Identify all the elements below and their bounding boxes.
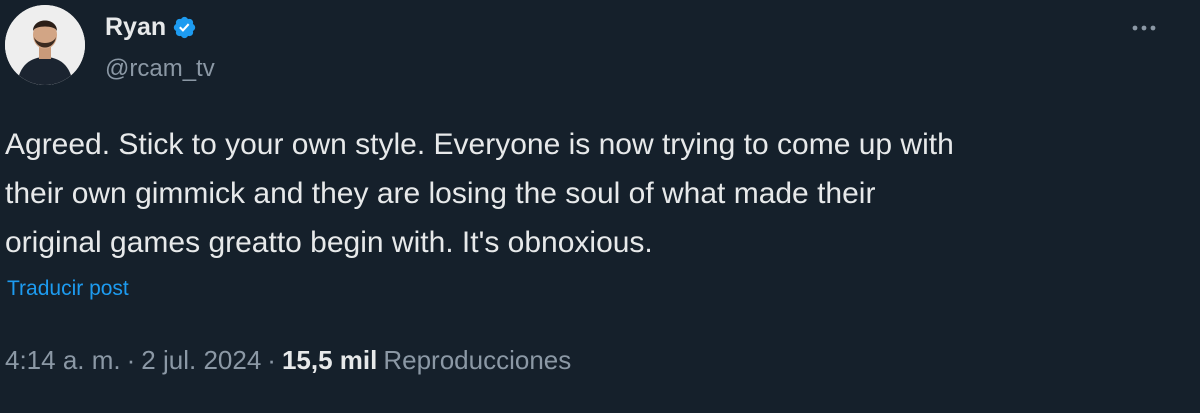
tweet-card: Ryan @rcam_tv Agreed. Stick to your own … — [0, 0, 1200, 413]
author-handle[interactable]: @rcam_tv — [105, 54, 215, 84]
meta-separator: · — [126, 345, 136, 375]
avatar[interactable] — [5, 5, 85, 85]
author-name-row: Ryan — [105, 12, 197, 42]
more-options-button[interactable] — [1126, 10, 1162, 46]
tweet-text: Agreed. Stick to your own style. Everyon… — [5, 128, 954, 259]
views-label: Reproducciones — [383, 345, 572, 375]
translate-post-link[interactable]: Traducir post — [7, 276, 129, 302]
author-display-name[interactable]: Ryan — [105, 12, 166, 42]
tweet-time[interactable]: 4:14 a. m. — [5, 343, 121, 377]
verified-badge-icon — [172, 15, 197, 40]
more-horizontal-icon — [1131, 19, 1157, 37]
tweet-date[interactable]: 2 jul. 2024 — [141, 343, 261, 377]
meta-separator: · — [267, 345, 276, 375]
tweet-meta: 4:14 a. m. · 2 jul. 2024 · 15,5 mil Repr… — [5, 343, 571, 377]
profile-photo — [5, 5, 85, 85]
views-count: 15,5 mil — [281, 345, 378, 375]
